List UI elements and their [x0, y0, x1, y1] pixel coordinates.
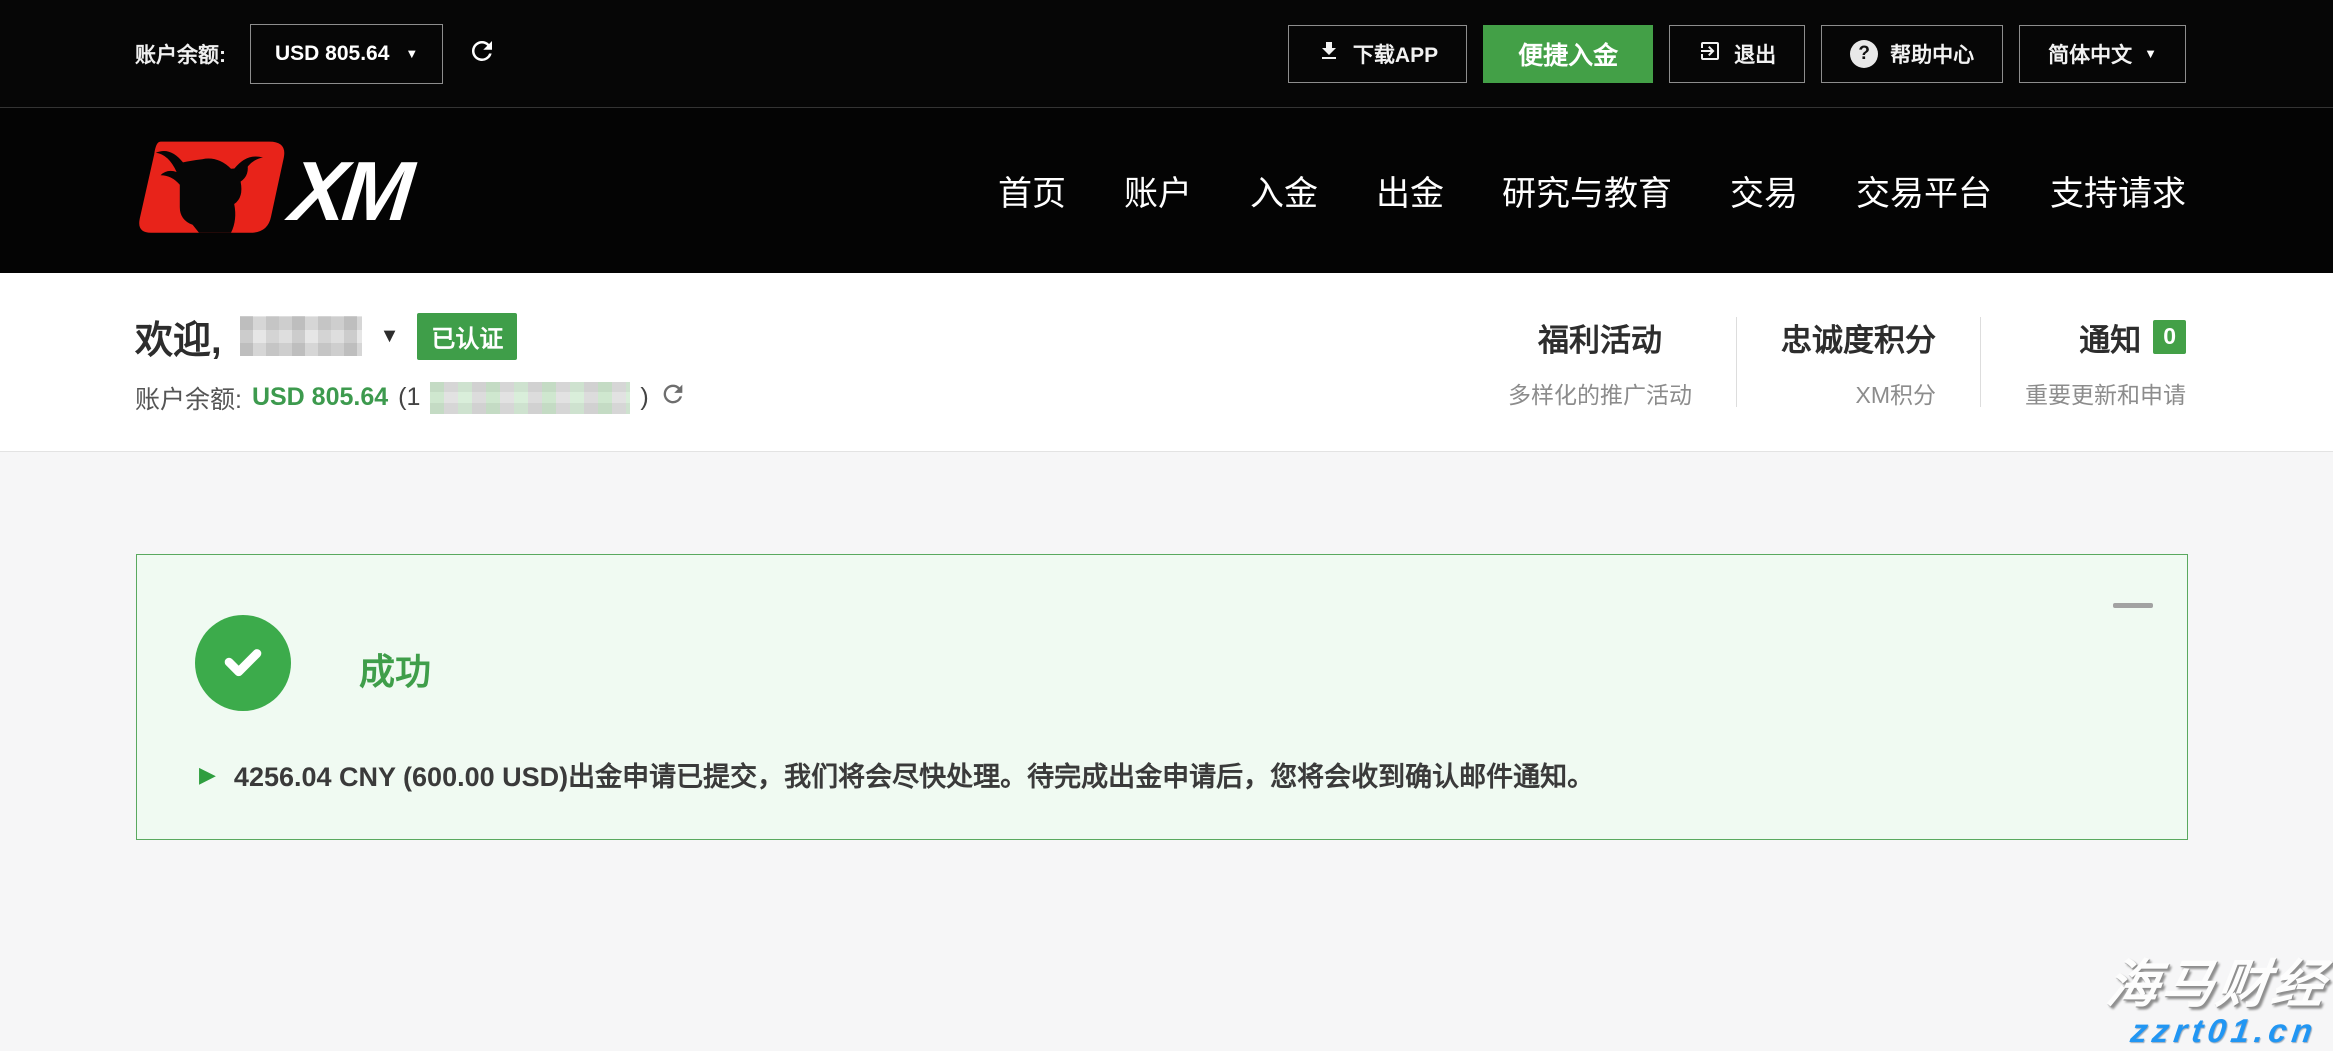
chevron-down-icon: ▼ [405, 47, 418, 60]
welcome-line2: 账户余额: USD 805.64 (1 ) [135, 380, 687, 416]
stat-title-row: 忠诚度积分 [1781, 315, 1936, 360]
xm-logo[interactable]: XM [135, 136, 409, 245]
watermark-brand: 海马财经 [2103, 958, 2331, 1013]
stat-loyalty[interactable]: 忠诚度积分 XM积分 [1781, 315, 1936, 410]
nav-item-research-education[interactable]: 研究与教育 [1502, 166, 1672, 215]
account-number-prefix: (1 [398, 383, 420, 412]
nav-menu: 首页 账户 入金 出金 研究与教育 交易 交易平台 支持请求 [998, 166, 2186, 215]
welcome-stats: 福利活动 多样化的推广活动 忠诚度积分 XM积分 通知 0 重要更新和申请 [1508, 315, 2186, 410]
welcome-strip: 欢迎, ▼ 已认证 账户余额: USD 805.64 (1 ) 福利活动 多样化… [0, 273, 2333, 452]
welcome-info: 欢迎, ▼ 已认证 账户余额: USD 805.64 (1 ) [135, 309, 687, 416]
stat-loyalty-title: 忠诚度积分 [1781, 315, 1936, 360]
help-center-button[interactable]: ? 帮助中心 [1821, 25, 2003, 83]
balance-dropdown[interactable]: USD 805.64 ▼ [250, 24, 443, 84]
verified-badge: 已认证 [417, 313, 517, 360]
greeting-text: 欢迎, [135, 309, 222, 364]
divider [1980, 317, 1981, 407]
success-message: 4256.04 CNY (600.00 USD)出金申请已提交，我们将会尽快处理… [234, 755, 1594, 794]
balance-value: USD 805.64 [275, 42, 389, 66]
quick-deposit-button[interactable]: 便捷入金 [1483, 25, 1653, 83]
divider [1736, 317, 1737, 407]
nav-item-platforms[interactable]: 交易平台 [1856, 166, 1992, 215]
welcome-line1: 欢迎, ▼ 已认证 [135, 309, 687, 364]
stat-promotions[interactable]: 福利活动 多样化的推广活动 [1508, 315, 1692, 410]
stat-promotions-title: 福利活动 [1538, 315, 1662, 360]
download-app-label: 下载APP [1353, 39, 1438, 69]
topbar-actions: 下载APP 便捷入金 退出 ? 帮助中心 简体中文 ▼ [1288, 25, 2186, 83]
nav-item-account[interactable]: 账户 [1124, 166, 1192, 215]
nav-item-trading[interactable]: 交易 [1730, 166, 1798, 215]
language-dropdown[interactable]: 简体中文 ▼ [2019, 25, 2186, 83]
logout-label: 退出 [1734, 39, 1776, 69]
success-alert: 成功 ▶ 4256.04 CNY (600.00 USD)出金申请已提交，我们将… [136, 554, 2188, 840]
collapse-alert-button[interactable] [2113, 603, 2153, 608]
stat-promotions-subtitle: 多样化的推广活动 [1508, 376, 1692, 410]
stat-loyalty-subtitle: XM积分 [1856, 376, 1937, 410]
account-number-redacted [430, 382, 630, 414]
balance-label: 账户余额: [135, 39, 226, 69]
checkmark-icon [215, 633, 271, 694]
success-message-row: ▶ 4256.04 CNY (600.00 USD)出金申请已提交，我们将会尽快… [199, 755, 1594, 794]
logout-button[interactable]: 退出 [1669, 25, 1805, 83]
stat-title-row: 通知 0 [2079, 315, 2186, 360]
chevron-down-icon[interactable]: ▼ [380, 325, 400, 348]
triangle-bullet-icon: ▶ [199, 764, 216, 786]
stat-notifications[interactable]: 通知 0 重要更新和申请 [2025, 315, 2186, 410]
success-title: 成功 [359, 643, 431, 695]
nav-item-withdraw[interactable]: 出金 [1376, 166, 1444, 215]
nav-item-support[interactable]: 支持请求 [2050, 166, 2186, 215]
download-icon [1317, 39, 1341, 69]
refresh-account-button[interactable] [659, 380, 687, 415]
xm-bull-icon [135, 136, 295, 245]
topbar-balance-group: 账户余额: USD 805.64 ▼ [135, 24, 497, 84]
user-name-redacted [240, 316, 362, 356]
watermark: 海马财经 zzrt01.cn [2107, 958, 2327, 1049]
account-number-suffix: ) [640, 383, 648, 412]
logout-icon [1698, 39, 1722, 69]
language-label: 简体中文 [2048, 39, 2132, 69]
stat-notifications-subtitle: 重要更新和申请 [2025, 376, 2186, 410]
refresh-icon [659, 380, 687, 415]
chevron-down-icon: ▼ [2144, 47, 2157, 60]
quick-deposit-label: 便捷入金 [1518, 36, 1618, 72]
top-utility-bar: 账户余额: USD 805.64 ▼ 下载APP 便捷入金 退出 [0, 0, 2333, 107]
account-balance-label: 账户余额: [135, 380, 242, 416]
main-nav-bar: XM 首页 账户 入金 出金 研究与教育 交易 交易平台 支持请求 [0, 107, 2333, 273]
stat-title-row: 福利活动 [1538, 315, 1662, 360]
download-app-button[interactable]: 下载APP [1288, 25, 1467, 83]
help-icon: ? [1850, 40, 1878, 68]
main-content: 成功 ▶ 4256.04 CNY (600.00 USD)出金申请已提交，我们将… [0, 452, 2333, 1051]
watermark-url: zzrt01.cn [2128, 1013, 2319, 1049]
nav-item-home[interactable]: 首页 [998, 166, 1066, 215]
success-check-circle [195, 615, 291, 711]
account-balance-value: USD 805.64 [252, 383, 388, 412]
xm-logo-text: XM [287, 149, 414, 233]
stat-notifications-title: 通知 [2079, 315, 2141, 360]
nav-item-deposit[interactable]: 入金 [1250, 166, 1318, 215]
refresh-balance-button[interactable] [467, 36, 497, 71]
notification-count-badge: 0 [2153, 320, 2186, 354]
help-center-label: 帮助中心 [1890, 39, 1974, 69]
refresh-icon [467, 36, 497, 71]
